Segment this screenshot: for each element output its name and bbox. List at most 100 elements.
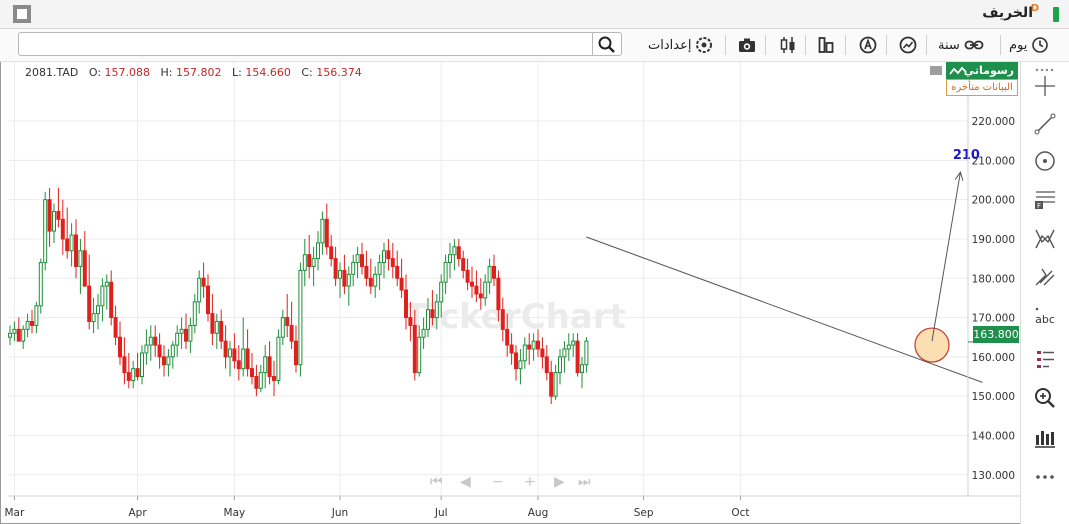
candle	[60, 199, 65, 255]
candle-body	[166, 356, 171, 366]
candle-body	[373, 273, 378, 287]
candle-body	[91, 313, 96, 322]
candle-body	[148, 336, 153, 346]
crosshair-icon[interactable]	[1032, 73, 1058, 99]
candle	[96, 293, 100, 330]
candle-body	[223, 340, 228, 358]
candle	[250, 352, 254, 385]
volume-bars-icon[interactable]	[1032, 425, 1058, 451]
candle	[170, 341, 175, 369]
candle-body	[324, 218, 329, 248]
candle-body	[272, 376, 276, 381]
candle	[346, 266, 351, 306]
text-tool-icon[interactable]: abc	[1032, 302, 1058, 328]
circle-tool-icon[interactable]	[1032, 148, 1058, 174]
candle	[364, 250, 369, 287]
scroll-end-icon[interactable]: ⏭	[578, 474, 591, 490]
candle-body	[267, 356, 272, 378]
candle	[333, 246, 338, 287]
zoom-out-icon[interactable]: −	[492, 474, 504, 490]
more-options-icon[interactable]	[930, 66, 942, 75]
pitchfork-tool-icon[interactable]	[1032, 263, 1058, 289]
candle-body	[219, 320, 224, 342]
candle	[324, 203, 329, 255]
candle-body	[245, 348, 250, 370]
candle-body	[258, 372, 263, 389]
legend-high-label: H:	[160, 66, 173, 79]
candle-body	[338, 269, 342, 279]
y-tick-label: 200.000	[972, 195, 1015, 207]
candle-body	[280, 317, 285, 338]
candle-body	[531, 340, 536, 350]
candle-body	[540, 348, 545, 358]
overflow-menu-icon[interactable]	[1034, 474, 1056, 480]
x-tick-label: Oct	[731, 507, 749, 519]
candle	[214, 313, 219, 349]
candle	[12, 321, 17, 342]
candle-body	[38, 262, 43, 307]
candle	[443, 254, 448, 294]
candle-body	[448, 254, 452, 264]
candle	[549, 360, 554, 405]
candle	[492, 254, 496, 287]
candle-body	[580, 364, 584, 374]
price-axis: 130.000 140.000 150.000 160.000 170.000 180.0…	[967, 62, 1015, 496]
candle	[179, 317, 184, 349]
candle-body	[342, 269, 347, 287]
scroll-right-icon[interactable]: ▶	[554, 474, 565, 490]
scroll-left-icon[interactable]: ◀	[460, 474, 471, 490]
y-tick-label: 150.000	[972, 391, 1015, 403]
candle	[34, 301, 39, 334]
objects-list-icon[interactable]	[1032, 346, 1058, 372]
target-arrow-line	[931, 172, 961, 342]
zoom-in-icon[interactable]: +	[524, 474, 536, 490]
candle	[395, 250, 400, 287]
candle	[223, 325, 228, 369]
candle	[236, 345, 241, 381]
candle-body	[355, 254, 360, 264]
candle	[192, 293, 197, 334]
breakout-highlight-circle	[914, 327, 950, 363]
candle	[43, 191, 48, 271]
legend-high-value: 157.802	[176, 66, 222, 79]
candle-body	[188, 324, 193, 342]
candle	[355, 246, 360, 279]
scroll-start-icon[interactable]: ⏮	[430, 474, 443, 490]
trendline-tool-icon[interactable]	[1032, 111, 1058, 137]
candle	[518, 349, 523, 385]
candle-body	[236, 360, 241, 370]
candle	[118, 321, 122, 365]
candle-body	[536, 340, 540, 350]
candle	[368, 258, 373, 294]
candle-body	[294, 340, 298, 366]
zoom-icon[interactable]	[1032, 385, 1058, 411]
candle	[144, 329, 149, 365]
legend-open-value: 157.088	[104, 66, 151, 79]
candle	[307, 235, 312, 279]
pattern-tool-icon[interactable]	[1032, 226, 1058, 252]
candle	[461, 250, 466, 279]
candle-body	[87, 285, 92, 322]
candle	[316, 231, 320, 271]
candle-body	[351, 262, 356, 275]
svg-text:F: F	[1037, 202, 1041, 210]
candle	[104, 274, 109, 310]
candle	[448, 242, 452, 279]
candle	[206, 274, 210, 322]
candle-body	[377, 262, 382, 275]
candle-body	[461, 258, 466, 271]
candle	[382, 242, 386, 279]
candle-body	[483, 281, 488, 299]
candle	[351, 254, 356, 287]
svg-text:abc: abc	[1035, 313, 1055, 326]
candle	[360, 242, 364, 275]
candle-body	[241, 348, 246, 370]
candle	[285, 293, 290, 338]
candle-body	[478, 293, 483, 299]
candle	[219, 309, 224, 349]
candle-body	[153, 336, 158, 346]
fibonacci-tool-icon[interactable]: F	[1032, 186, 1058, 212]
candle-body	[289, 324, 294, 342]
candle	[38, 258, 43, 314]
candle-body	[360, 254, 364, 267]
